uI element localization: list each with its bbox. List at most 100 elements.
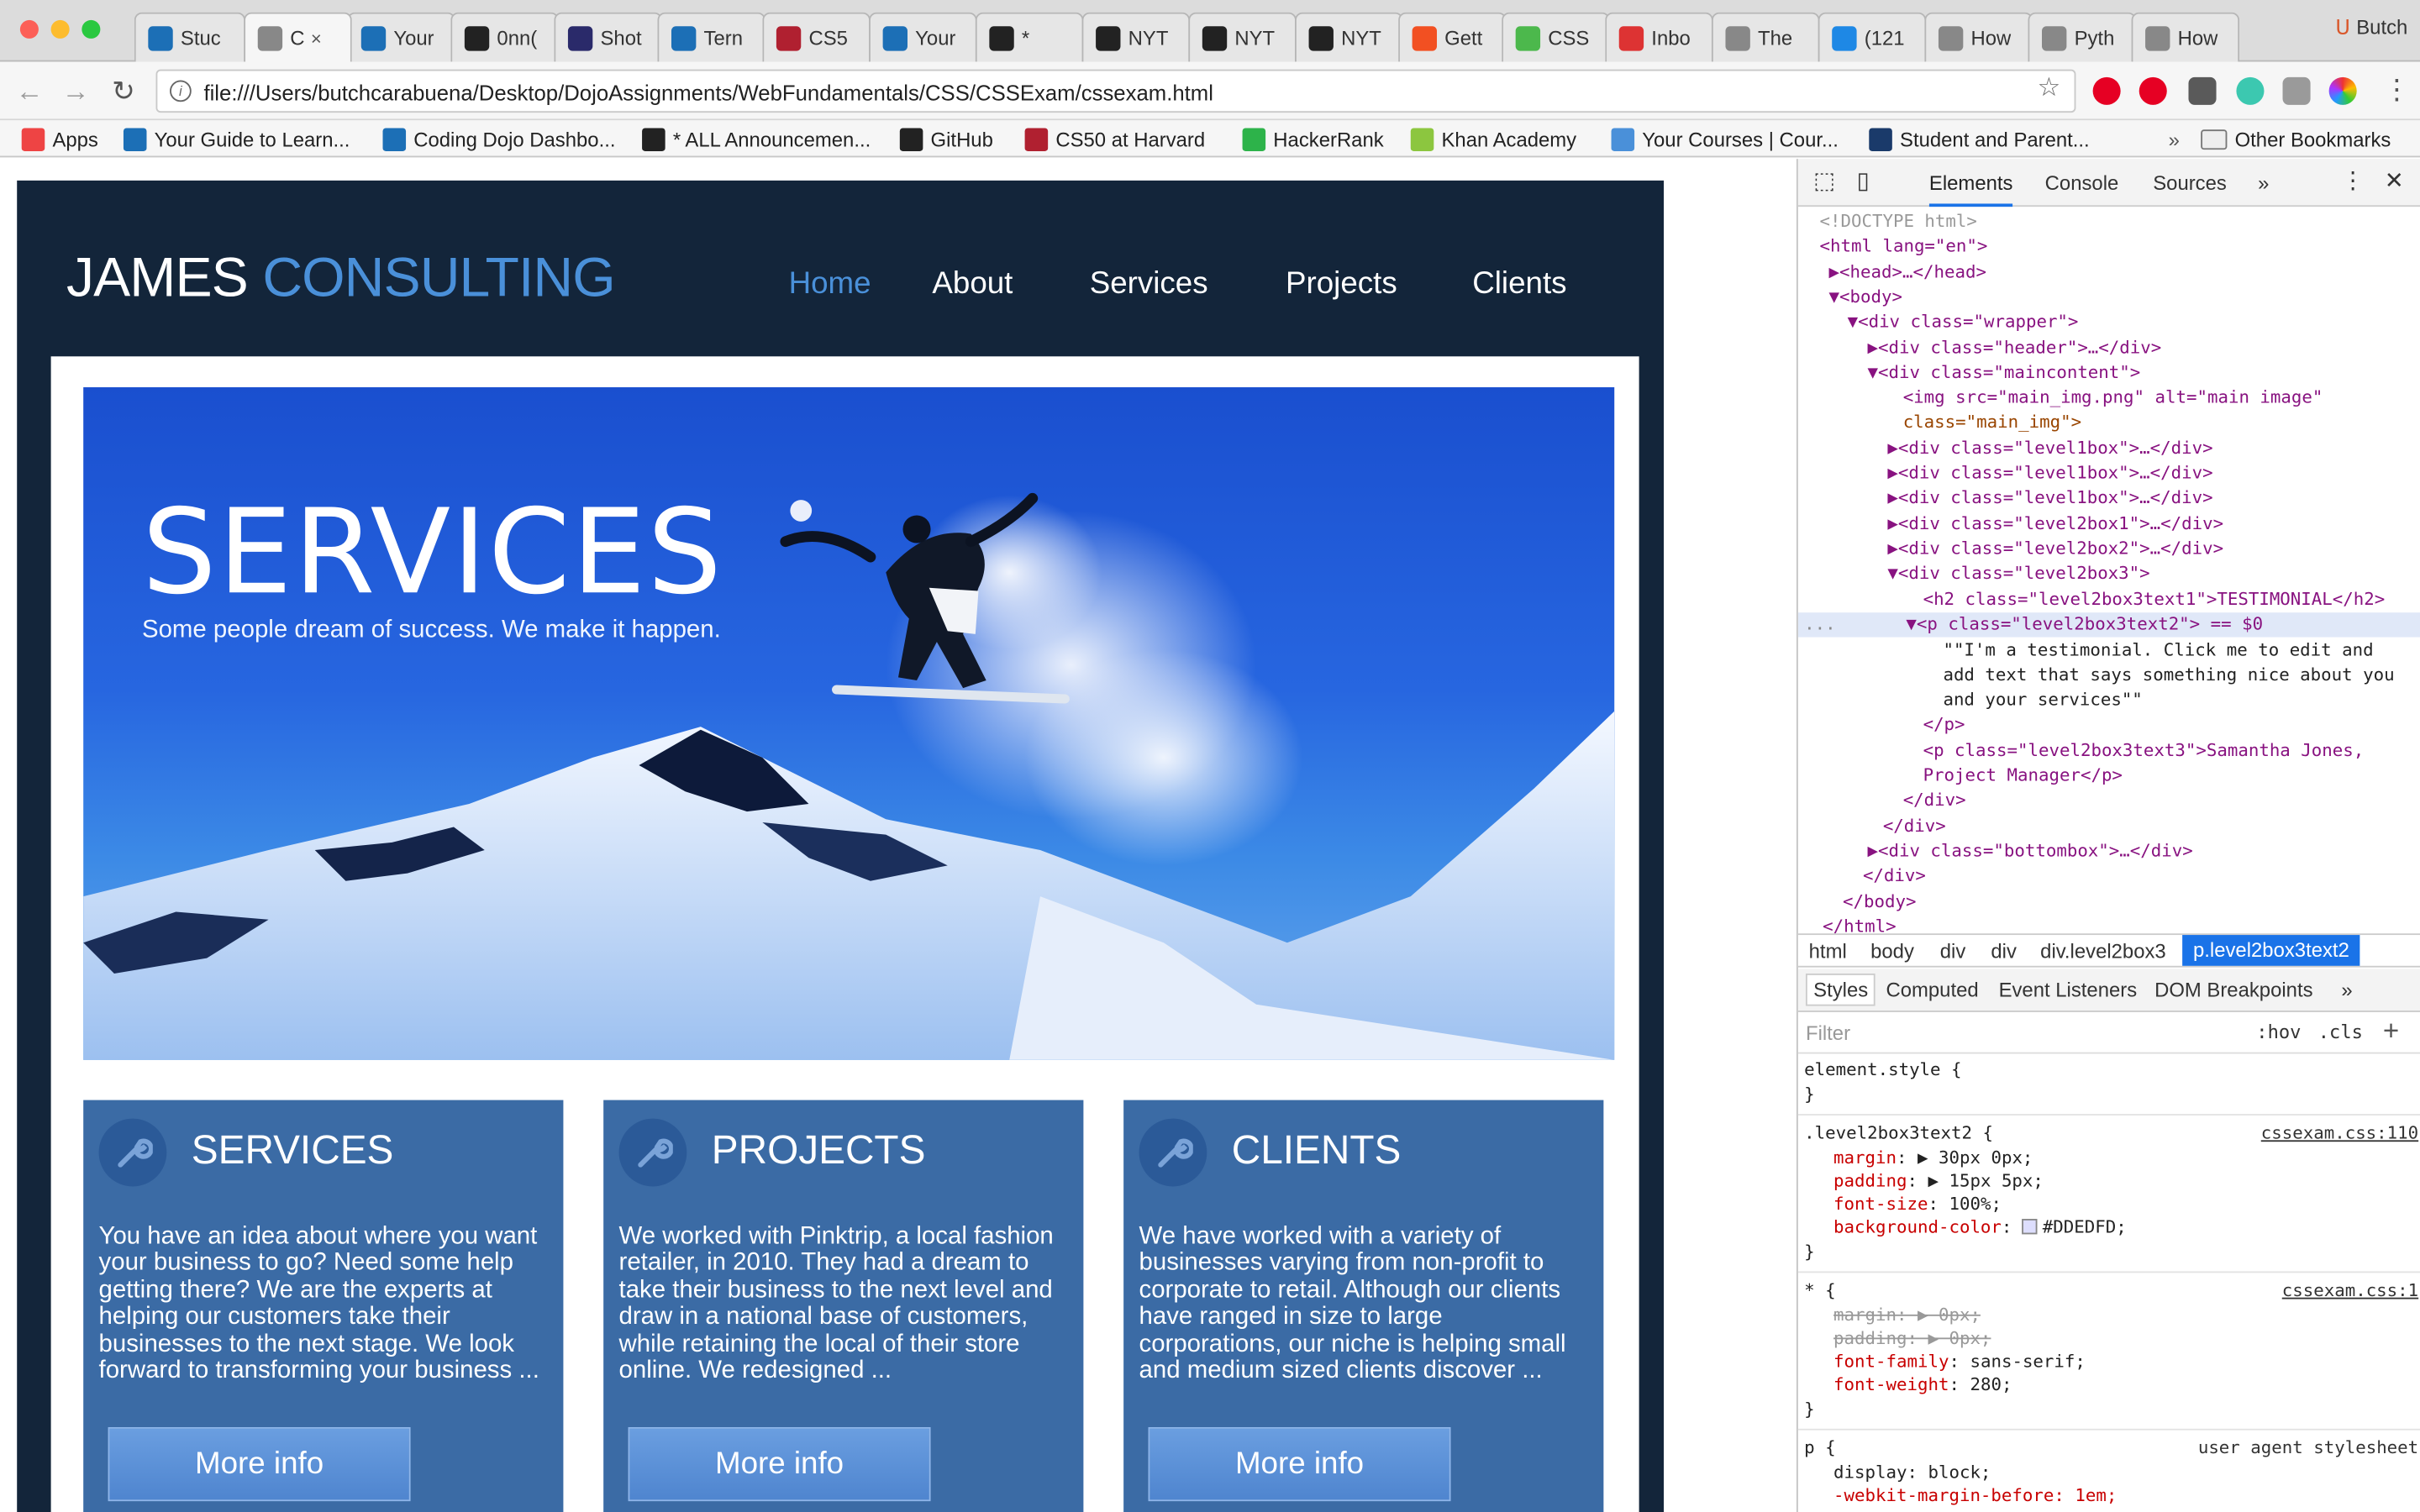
crumb-level2box3text2[interactable]: p.level2box3text2 bbox=[2182, 935, 2360, 966]
dom-header[interactable]: ▶<div class="header">…</div> bbox=[1867, 336, 2161, 360]
tab-sources[interactable]: Sources bbox=[2153, 171, 2227, 195]
rule-source-link[interactable]: cssexam.css:110 bbox=[2261, 1121, 2418, 1145]
bookmarks-overflow-button[interactable]: » bbox=[2169, 125, 2180, 153]
bookmark-item[interactable]: Your Guide to Learn... bbox=[123, 125, 350, 153]
crumb-body[interactable]: body bbox=[1870, 940, 1914, 963]
reload-icon[interactable]: ↻ bbox=[107, 74, 140, 108]
rule-selector[interactable]: .level2box3text2 { bbox=[1804, 1121, 1993, 1145]
dom-text-node[interactable]: ""I'm a testimonial. Click me to edit an… bbox=[1943, 638, 2373, 663]
dom-div-close[interactable]: </div> bbox=[1863, 864, 1926, 889]
dom-maincontent[interactable]: ▼<div class="maincontent"> bbox=[1867, 361, 2140, 386]
zoom-window-button[interactable] bbox=[82, 19, 101, 39]
overridden-declaration[interactable]: padding: ▶ 0px; bbox=[1833, 1327, 1991, 1351]
forward-arrow-icon[interactable]: → bbox=[59, 74, 92, 108]
filter-input[interactable]: Filter bbox=[1806, 1021, 1850, 1045]
browser-tab[interactable]: The bbox=[1711, 12, 1820, 62]
device-toolbar-icon[interactable]: ▯ bbox=[1857, 166, 1870, 194]
overridden-declaration[interactable]: margin: ▶ 0px; bbox=[1833, 1304, 1981, 1327]
dom-body-close[interactable]: </body> bbox=[1843, 890, 1916, 915]
rule-selector[interactable]: * { bbox=[1804, 1279, 1835, 1303]
dom-img[interactable]: <img src="main_img.png" alt="main image" bbox=[1903, 386, 2323, 410]
browser-tab[interactable]: 0nn( bbox=[450, 12, 559, 62]
css-declaration[interactable]: font-family: sans-serif; bbox=[1833, 1350, 2086, 1373]
nav-clients[interactable]: Clients bbox=[1472, 267, 1566, 302]
rule-selector[interactable]: p { bbox=[1804, 1436, 1835, 1460]
dom-selected-row[interactable]: ... ▼<p class="level2box3text2"> == $0 bbox=[1797, 612, 2420, 638]
browser-tab[interactable]: How bbox=[1924, 12, 2033, 62]
new-rule-button[interactable]: + bbox=[2383, 1016, 2399, 1048]
browser-tab[interactable]: CS5 bbox=[762, 12, 871, 62]
color-extension-icon[interactable] bbox=[2328, 76, 2357, 105]
bookmark-item[interactable]: CS50 at Harvard bbox=[1024, 125, 1205, 153]
color-swatch[interactable] bbox=[2022, 1219, 2039, 1235]
dom-level1box[interactable]: ▶<div class="level1box">…</div> bbox=[1887, 437, 2212, 461]
dom-img-class[interactable]: class="main_img"> bbox=[1903, 411, 2081, 435]
css-declaration[interactable]: padding: ▶ 15px 5px; bbox=[1833, 1169, 2044, 1193]
dom-bottombox[interactable]: ▶<div class="bottombox">…</div> bbox=[1867, 839, 2192, 864]
css-declaration[interactable]: font-size: 100%; bbox=[1833, 1193, 2002, 1216]
bookmark-item[interactable]: HackerRank bbox=[1242, 125, 1384, 153]
dom-doctype[interactable]: <!DOCTYPE html> bbox=[1820, 210, 1977, 234]
browser-tab[interactable]: How bbox=[2131, 12, 2240, 62]
nav-projects[interactable]: Projects bbox=[1286, 267, 1397, 302]
browser-menu-icon[interactable]: ⋮ bbox=[2383, 74, 2411, 107]
pinterest-save-extension-icon[interactable] bbox=[2139, 76, 2167, 105]
profile-button[interactable]: ᑌ Butch bbox=[2335, 15, 2407, 39]
dom-p3[interactable]: <p class="level2box3text3">Samantha Jone… bbox=[1923, 739, 2365, 764]
devtools-menu-icon[interactable]: ⋮ bbox=[2341, 166, 2365, 194]
more-style-tabs-button[interactable]: » bbox=[2341, 978, 2352, 1001]
class-toggle[interactable]: .cls bbox=[2318, 1021, 2363, 1043]
dom-h2[interactable]: <h2 class="level2box3text1">TESTIMONIAL<… bbox=[1923, 588, 2386, 612]
dom-p-close[interactable]: </p> bbox=[1923, 713, 1965, 738]
dom-level2box3[interactable]: ▼<div class="level2box3"> bbox=[1887, 562, 2149, 586]
crumb-div[interactable]: div bbox=[1991, 940, 2017, 963]
css-declaration[interactable]: background-color: #DDEDFD; bbox=[1833, 1215, 2127, 1239]
evernote-extension-icon[interactable] bbox=[2188, 76, 2217, 105]
tab-dom-breakpoints[interactable]: DOM Breakpoints bbox=[2154, 978, 2312, 1001]
crumb-div[interactable]: div bbox=[1940, 940, 1966, 963]
browser-tab[interactable]: NYT bbox=[1188, 12, 1297, 62]
address-url[interactable]: file:///Users/butchcarabuena/Desktop/Doj… bbox=[203, 81, 1213, 105]
site-logo[interactable]: JAMES CONSULTING bbox=[66, 245, 616, 310]
info-icon[interactable]: i bbox=[170, 80, 192, 102]
browser-tab[interactable]: (121 bbox=[1818, 12, 1927, 62]
browser-tab[interactable]: NYT bbox=[1081, 12, 1191, 62]
bookmark-star-icon[interactable]: ☆ bbox=[2037, 72, 2060, 103]
more-info-button[interactable]: More info bbox=[1148, 1426, 1451, 1502]
tab-event-listeners[interactable]: Event Listeners bbox=[1999, 978, 2138, 1001]
dom-body[interactable]: ▼<body> bbox=[1829, 286, 1902, 310]
more-info-button[interactable]: More info bbox=[628, 1426, 931, 1502]
element-style-rule[interactable]: element.style { bbox=[1804, 1058, 1961, 1082]
close-devtools-icon[interactable]: ✕ bbox=[2385, 166, 2404, 194]
back-arrow-icon[interactable]: ← bbox=[13, 74, 46, 108]
css-declaration[interactable]: font-weight: 280; bbox=[1833, 1373, 2012, 1397]
tab-elements[interactable]: Elements bbox=[1928, 171, 2013, 207]
tab-console[interactable]: Console bbox=[2045, 171, 2119, 195]
more-tabs-button[interactable]: » bbox=[2258, 171, 2269, 195]
browser-tab[interactable]: Pyth bbox=[2028, 12, 2137, 62]
dom-html-open[interactable]: <html lang="en"> bbox=[1820, 234, 1988, 259]
dom-level1box[interactable]: ▶<div class="level1box">…</div> bbox=[1887, 486, 2212, 511]
browser-tab[interactable]: Your bbox=[869, 12, 977, 62]
inspect-element-icon[interactable]: ⬚ bbox=[1813, 166, 1835, 194]
css-declaration[interactable]: margin: ▶ 30px 0px; bbox=[1833, 1147, 2033, 1170]
dom-head[interactable]: ▶<head>…</head> bbox=[1829, 260, 1986, 285]
browser-tab[interactable]: CSS bbox=[1502, 12, 1610, 62]
browser-tab[interactable]: NYT bbox=[1295, 12, 1403, 62]
other-bookmarks[interactable]: Other Bookmarks bbox=[2201, 125, 2391, 153]
browser-tab[interactable]: C × bbox=[244, 12, 352, 62]
bookmark-item[interactable]: GitHub bbox=[899, 125, 993, 153]
dom-wrapper[interactable]: ▼<div class="wrapper"> bbox=[1848, 310, 2079, 334]
pinterest-extension-icon[interactable] bbox=[2092, 76, 2121, 105]
bookmark-item[interactable]: Your Courses | Cour... bbox=[1611, 125, 1839, 153]
address-bar[interactable]: i file:///Users/butchcarabuena/Desktop/D… bbox=[155, 69, 2076, 113]
hover-state-toggle[interactable]: :hov bbox=[2256, 1021, 2301, 1043]
close-tab-icon[interactable]: × bbox=[311, 27, 322, 49]
dom-level1box[interactable]: ▶<div class="level1box">…</div> bbox=[1887, 461, 2212, 486]
bookmark-item[interactable]: Student and Parent... bbox=[1869, 125, 2090, 153]
nav-services[interactable]: Services bbox=[1090, 267, 1208, 302]
crumb-level2box3[interactable]: div.level2box3 bbox=[2040, 940, 2166, 963]
browser-tab[interactable]: Inbo bbox=[1605, 12, 1713, 62]
browser-tab[interactable]: Shot bbox=[554, 12, 662, 62]
bookmark-item[interactable]: * ALL Announcemen... bbox=[642, 125, 871, 153]
